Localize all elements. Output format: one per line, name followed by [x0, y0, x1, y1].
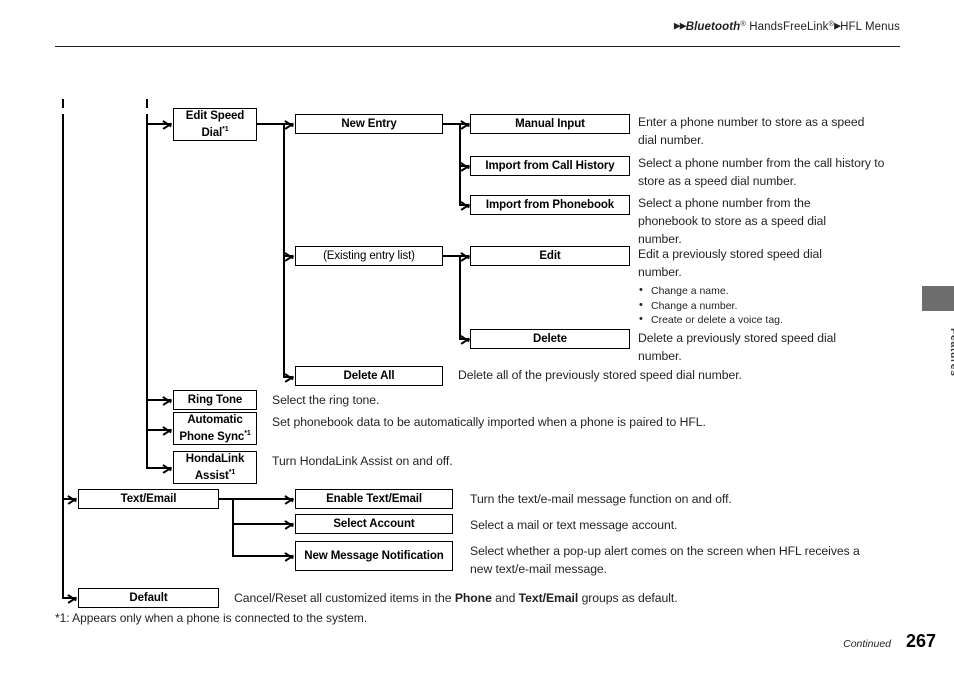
box-import-call-history[interactable]: Import from Call History: [470, 156, 630, 176]
box-existing-entry-list[interactable]: (Existing entry list): [295, 246, 443, 266]
arrow-edit-speed-dial-icon: [163, 118, 172, 130]
desc-delete: Delete a previously stored speed dial nu…: [638, 331, 837, 363]
desc-default-prefix: Cancel/Reset all customized items in the: [234, 591, 455, 605]
desc-hondalink-assist: Turn HondaLink Assist on and off.: [272, 454, 453, 468]
connector-select-account: [232, 523, 292, 525]
box-delete-label: Delete: [533, 332, 567, 345]
breadcrumb-product: HandsFreeLink: [745, 21, 829, 33]
box-new-entry-label: New Entry: [341, 117, 397, 130]
box-delete[interactable]: Delete: [470, 329, 630, 349]
breadcrumb-section: HFL Menus: [840, 21, 900, 33]
box-select-account-label: Select Account: [333, 517, 415, 530]
box-new-message-notification-label: New Message Notification: [304, 549, 444, 562]
list-item: Change a number.: [638, 298, 888, 314]
arrow-edit-icon: [461, 250, 470, 262]
desc-default-bold-phone: Phone: [454, 591, 492, 605]
list-item: Create or delete a voice tag.: [638, 312, 888, 328]
footnote: *1: Appears only when a phone is connect…: [55, 611, 368, 625]
box-edit[interactable]: Edit: [470, 246, 630, 266]
connector-enable-text-email: [232, 498, 292, 500]
arrow-select-account-icon: [285, 518, 294, 530]
box-delete-all[interactable]: Delete All: [295, 366, 443, 386]
trunk-text-email-children: [232, 498, 234, 556]
box-edit-speed-dial[interactable]: Edit Speed Dial*1: [173, 108, 257, 141]
arrow-text-email-icon: [68, 493, 77, 505]
trunk-outer-dash: [62, 99, 64, 108]
box-import-call-history-label: Import from Call History: [485, 159, 615, 172]
desc-automatic-phone-sync: Set phonebook data to be automatically i…: [272, 415, 706, 429]
box-new-message-notification[interactable]: New Message Notification: [295, 541, 453, 571]
arrow-enable-text-email-icon: [285, 493, 294, 505]
box-hondalink-assist-label: HondaLink Assist*1: [185, 452, 245, 482]
footnote-marker-1: *1: [222, 125, 229, 133]
features-tab-marker: [922, 286, 954, 311]
box-import-phonebook-label: Import from Phonebook: [485, 198, 615, 211]
arrow-new-entry-icon: [285, 118, 294, 130]
box-default[interactable]: Default: [78, 588, 219, 608]
header-divider: [55, 46, 900, 47]
box-text-email-label: Text/Email: [120, 492, 177, 505]
arrow-delete-all-icon: [285, 371, 294, 383]
desc-select-account: Select a mail or text message account.: [470, 518, 678, 532]
arrow-ring-tone-icon: [163, 394, 172, 406]
arrow-existing-entry-list-icon: [285, 250, 294, 262]
box-enable-text-email-label: Enable Text/Email: [326, 492, 422, 505]
box-hondalink-assist[interactable]: HondaLink Assist*1: [173, 451, 257, 484]
arrow-delete-icon: [461, 333, 470, 345]
trunk-existing-children: [459, 255, 461, 339]
box-text-email[interactable]: Text/Email: [78, 489, 219, 509]
box-ring-tone[interactable]: Ring Tone: [173, 390, 257, 410]
arrow-import-phonebook-icon: [461, 199, 470, 211]
arrow-manual-input-icon: [461, 118, 470, 130]
box-default-label: Default: [129, 591, 168, 604]
desc-ring-tone: Select the ring tone.: [272, 393, 380, 407]
box-manual-input[interactable]: Manual Input: [470, 114, 630, 134]
box-select-account[interactable]: Select Account: [295, 514, 453, 534]
list-item: Change a name.: [638, 283, 888, 299]
arrow-hondalink-assist-icon: [163, 462, 172, 474]
continued-label: Continued: [843, 638, 891, 650]
desc-delete-all: Delete all of the previously stored spee…: [458, 368, 742, 382]
footnote-marker-2: *1: [244, 429, 251, 437]
connector-new-message-notification: [232, 555, 292, 557]
box-ring-tone-label: Ring Tone: [187, 393, 243, 406]
box-delete-all-label: Delete All: [343, 369, 395, 382]
box-edit-speed-dial-label: Edit Speed Dial*1: [185, 109, 245, 139]
box-import-phonebook[interactable]: Import from Phonebook: [470, 195, 630, 215]
desc-default-bold-text-email: Text/Email: [518, 591, 579, 605]
desc-import-phonebook: Select a phone number from the phonebook…: [638, 196, 827, 246]
trunk-inner-dash: [146, 99, 148, 108]
breadcrumb: ▶▶Bluetooth® HandsFreeLink®▶HFL Menus: [674, 19, 900, 33]
box-enable-text-email[interactable]: Enable Text/Email: [295, 489, 453, 509]
desc-new-message-notification: Select whether a pop-up alert comes on t…: [470, 544, 860, 576]
box-edit-label: Edit: [539, 249, 561, 262]
arrow-default-icon: [68, 592, 77, 604]
arrow-import-call-history-icon: [461, 160, 470, 172]
desc-default: Cancel/Reset all customized items in the…: [234, 589, 894, 607]
box-existing-entry-list-label: (Existing entry list): [323, 249, 415, 262]
box-new-entry[interactable]: New Entry: [295, 114, 443, 134]
box-automatic-phone-sync-label: Automatic Phone Sync*1: [179, 413, 251, 443]
desc-edit-bullets: Change a name. Change a number. Create o…: [638, 283, 888, 328]
breadcrumb-brand: Bluetooth: [685, 21, 741, 33]
page-number: 267: [905, 631, 936, 651]
desc-edit: Edit a previously stored speed dial numb…: [638, 247, 822, 279]
trunk-outer: [62, 114, 64, 599]
trunk-inner: [146, 114, 148, 468]
features-tab-label: Features: [948, 327, 954, 377]
breadcrumb-arrow-icon: ▶▶: [673, 20, 687, 31]
desc-enable-text-email: Turn the text/e-mail message function on…: [470, 492, 732, 506]
arrow-new-message-notification-icon: [285, 550, 294, 562]
arrow-automatic-phone-sync-icon: [163, 424, 172, 436]
desc-default-suffix: groups as default.: [578, 591, 678, 605]
box-manual-input-label: Manual Input: [515, 117, 585, 130]
connector-esd-out: [257, 123, 284, 125]
desc-import-call-history: Select a phone number from the call hist…: [638, 156, 885, 188]
desc-default-mid: and: [491, 591, 519, 605]
footnote-marker-3: *1: [228, 468, 236, 476]
desc-manual-input: Enter a phone number to store as a speed…: [638, 115, 865, 147]
box-automatic-phone-sync[interactable]: Automatic Phone Sync*1: [173, 412, 257, 445]
